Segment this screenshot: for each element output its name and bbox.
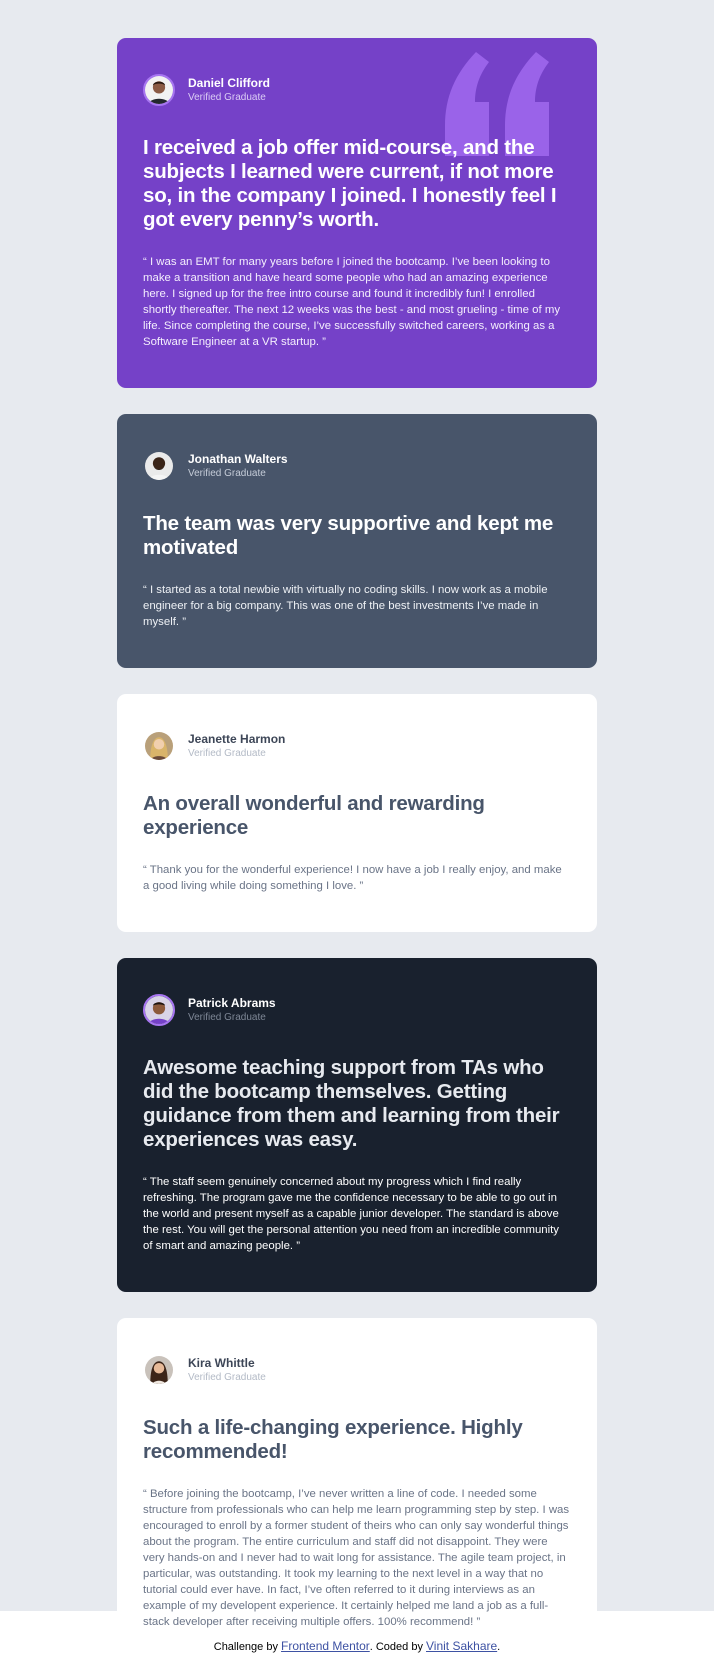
testimonial-card-kira: Kira Whittle Verified Graduate Such a li… [117,1318,597,1653]
attribution-suffix: . [497,1641,501,1653]
testimonial-headline: Awesome teaching support from TAs who di… [143,1056,560,1151]
avatar-patrick [143,994,175,1026]
testimonial-quote: “ I started as a total newbie with virtu… [143,584,548,628]
author-role: Verified Graduate [188,91,266,103]
testimonial-card-patrick: Patrick Abrams Verified Graduate Awesome… [117,958,597,1292]
testimonial-headline: I received a job offer mid-course, and t… [143,136,557,231]
testimonials-grid: Daniel Clifford Verified Graduate I rece… [117,38,597,1653]
card-header: Daniel Clifford Verified Graduate [143,74,571,106]
avatar-kira [143,1354,175,1386]
card-header: Jonathan Walters Verified Graduate [143,450,571,482]
testimonial-quote: “ Before joining the bootcamp, I’ve neve… [143,1488,570,1628]
frontend-mentor-link[interactable]: Frontend Mentor [281,1639,370,1653]
avatar-jonathan [143,450,175,482]
author-role: Verified Graduate [188,467,266,479]
testimonial-card-jeanette: Jeanette Harmon Verified Graduate An ove… [117,694,597,932]
author-name: Jonathan Walters [188,451,288,466]
card-header: Kira Whittle Verified Graduate [143,1354,571,1386]
attribution-middle: . Coded by [369,1641,427,1653]
attribution-prefix: Challenge by [213,1641,282,1653]
testimonial-headline: The team was very supportive and kept me… [143,512,554,559]
author-name: Kira Whittle [188,1355,255,1370]
testimonial-headline: An overall wonderful and rewarding exper… [143,792,485,839]
avatar-jeanette [143,730,175,762]
testimonial-quote: “ I was an EMT for many years before I j… [143,256,561,348]
card-header: Jeanette Harmon Verified Graduate [143,730,571,762]
author-name: Daniel Clifford [188,75,271,90]
testimonial-card-jonathan: Jonathan Walters Verified Graduate The t… [117,414,597,668]
testimonial-quote: “ The staff seem genuinely concerned abo… [143,1176,560,1252]
avatar-daniel [143,74,175,106]
author-name: Jeanette Harmon [188,731,286,746]
author-name: Patrick Abrams [188,995,276,1010]
author-role: Verified Graduate [188,747,266,759]
author-role: Verified Graduate [188,1371,266,1383]
author-role: Verified Graduate [188,1011,266,1023]
author-link[interactable]: Vinit Sakhare [426,1639,497,1653]
testimonial-headline: Such a life-changing experience. Highly … [143,1416,523,1463]
card-header: Patrick Abrams Verified Graduate [143,994,571,1026]
testimonial-quote: “ Thank you for the wonderful experience… [143,864,562,892]
testimonial-card-daniel: Daniel Clifford Verified Graduate I rece… [117,38,597,388]
